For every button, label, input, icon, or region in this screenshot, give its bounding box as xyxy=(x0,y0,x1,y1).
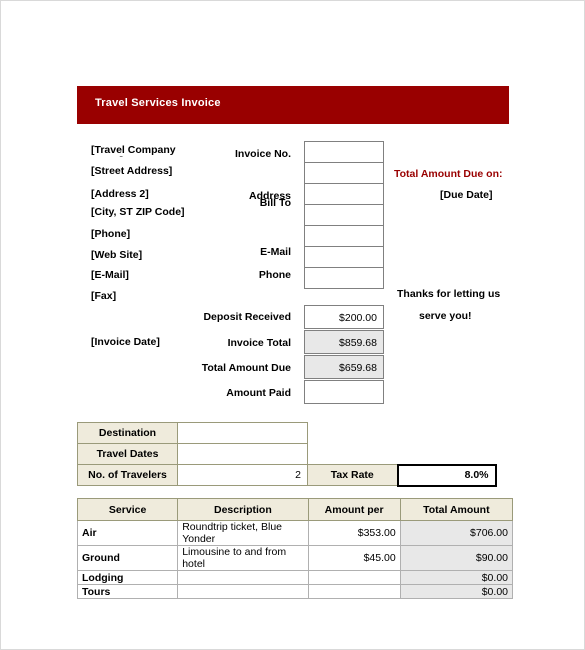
service-total-amount: $90.00 xyxy=(399,545,514,571)
fax-placeholder[interactable]: [Fax] xyxy=(91,291,196,303)
service-amount-per[interactable] xyxy=(307,570,401,585)
column-header-amount-per: Amount per xyxy=(307,498,401,521)
thanks-line-1: Thanks for letting us xyxy=(397,288,501,300)
amount-paid-label: Amount Paid xyxy=(226,387,291,399)
service-amount-per[interactable]: $45.00 xyxy=(307,545,401,571)
services-table-header-row: Service Description Amount per Total Amo… xyxy=(76,498,514,521)
invoice-total-label: Invoice Total xyxy=(227,337,291,349)
service-name: Lodging xyxy=(76,570,179,585)
service-amount-per[interactable]: $353.00 xyxy=(307,520,401,546)
column-header-service: Service xyxy=(76,498,179,521)
service-description[interactable] xyxy=(177,584,309,599)
travel-dates-input[interactable] xyxy=(177,443,308,465)
invoice-page: Travel Services Invoice [Travel Company … xyxy=(0,0,585,650)
phone-label: Phone xyxy=(258,269,291,281)
service-total-amount: $0.00 xyxy=(399,570,514,585)
trip-table-spacer xyxy=(398,423,496,444)
column-header-total-amount: Total Amount xyxy=(399,498,514,521)
phone-placeholder[interactable]: [Phone] xyxy=(91,229,196,241)
trip-table-spacer xyxy=(308,444,398,465)
service-name: Ground xyxy=(76,545,179,571)
due-on-label: Total Amount Due on: xyxy=(394,168,503,180)
address-line-3-input[interactable] xyxy=(304,225,384,247)
service-total-amount: $706.00 xyxy=(399,520,514,546)
table-row: Lodging $0.00 xyxy=(76,570,514,585)
trip-details-table: Destination Travel Dates No. of Traveler… xyxy=(77,422,497,487)
invoice-title-bar: Travel Services Invoice xyxy=(77,86,509,124)
email-label: E-Mail xyxy=(260,246,291,258)
invoice-no-label: Invoice No. xyxy=(234,148,291,160)
table-row: Ground Limousine to and from hotel $45.0… xyxy=(76,545,514,571)
table-row: No. of Travelers 2 Tax Rate 8.0% xyxy=(77,463,497,487)
trip-table-spacer xyxy=(308,423,398,444)
no-of-travelers-label: No. of Travelers xyxy=(77,464,178,486)
service-total-amount: $0.00 xyxy=(399,584,514,599)
column-header-description: Description xyxy=(177,498,309,521)
bill-to-input[interactable] xyxy=(304,162,384,184)
travel-dates-label: Travel Dates xyxy=(77,443,178,465)
services-table: Service Description Amount per Total Amo… xyxy=(76,498,514,599)
address-line-2-input[interactable] xyxy=(304,204,384,226)
deposit-received-label: Deposit Received xyxy=(203,311,291,323)
service-name: Tours xyxy=(76,584,179,599)
tax-rate-label: Tax Rate xyxy=(307,464,398,486)
destination-label: Destination xyxy=(77,422,178,444)
tax-rate-input[interactable]: 8.0% xyxy=(396,463,497,487)
service-description[interactable] xyxy=(177,570,309,585)
email-input[interactable] xyxy=(304,246,384,268)
invoice-total-value: $859.68 xyxy=(304,330,384,354)
total-amount-due-label: Total Amount Due xyxy=(201,362,291,374)
destination-input[interactable] xyxy=(177,422,308,444)
table-row: Tours $0.00 xyxy=(76,584,514,599)
service-amount-per[interactable] xyxy=(307,584,401,599)
address-label: Address xyxy=(248,190,291,202)
service-description[interactable]: Limousine to and from hotel xyxy=(177,545,309,571)
table-row: Air Roundtrip ticket, Blue Yonder $353.0… xyxy=(76,520,514,546)
due-date-placeholder[interactable]: [Due Date] xyxy=(440,189,493,202)
no-of-travelers-input[interactable]: 2 xyxy=(177,464,308,486)
invoice-no-input[interactable] xyxy=(304,141,384,163)
address-input[interactable] xyxy=(304,183,384,205)
table-row: Travel Dates xyxy=(77,443,496,465)
table-row: Destination xyxy=(77,422,496,444)
phone-input[interactable] xyxy=(304,267,384,289)
total-amount-due-value: $659.68 xyxy=(304,355,384,379)
thanks-line-2: serve you! xyxy=(419,310,472,322)
service-description[interactable]: Roundtrip ticket, Blue Yonder xyxy=(177,520,309,546)
amount-paid-input[interactable] xyxy=(304,380,384,404)
page-title: Travel Services Invoice xyxy=(95,97,221,109)
street-address-placeholder[interactable]: [Street Address] xyxy=(91,166,196,178)
deposit-received-input[interactable]: $200.00 xyxy=(304,305,384,329)
service-name: Air xyxy=(76,520,179,546)
trip-table-spacer xyxy=(398,444,496,465)
